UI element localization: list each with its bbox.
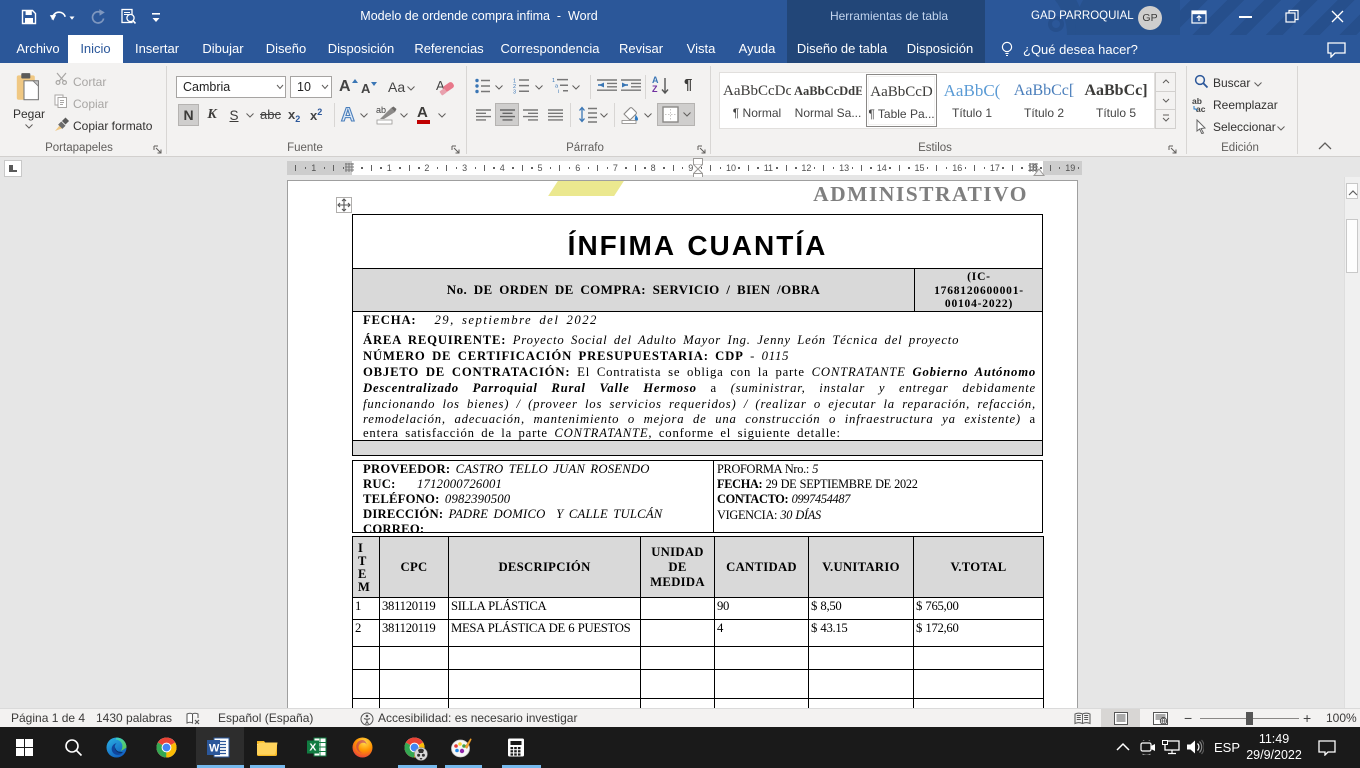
svg-text:A: A [341,105,355,126]
svg-text:W: W [209,743,220,755]
svg-text:X: X [309,742,316,754]
svg-text:ab: ab [376,105,386,115]
svg-text:3: 3 [513,90,516,94]
svg-text:i: i [558,89,559,94]
svg-text:ac: ac [1196,104,1206,113]
